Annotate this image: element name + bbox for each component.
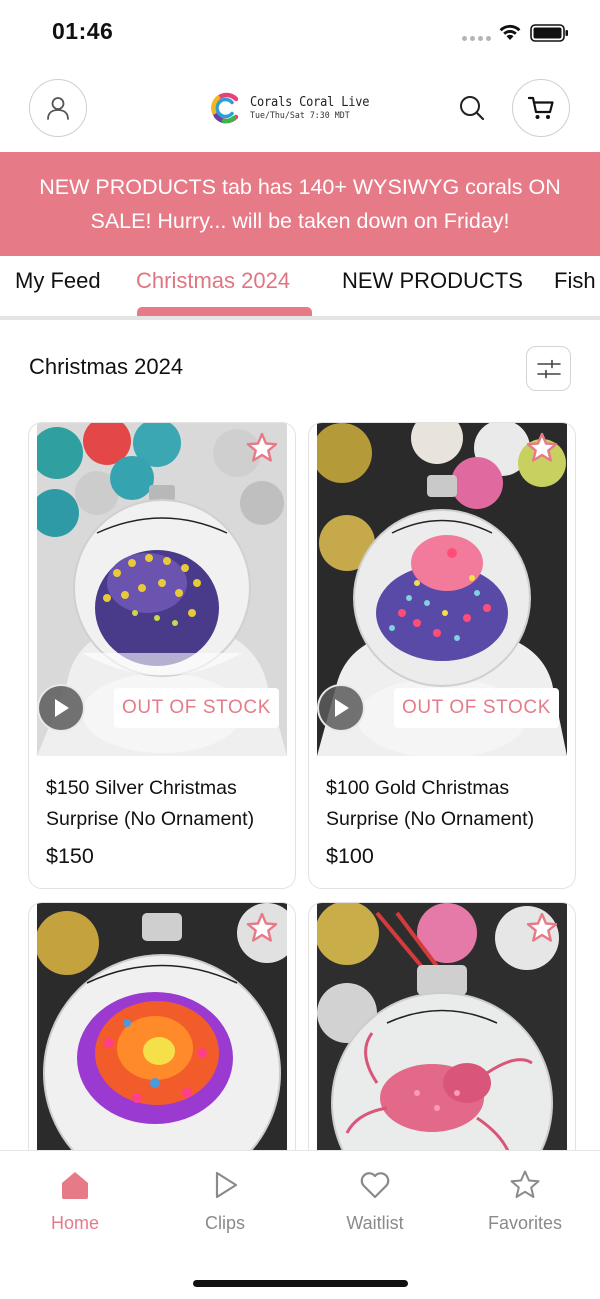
active-tab-indicator xyxy=(137,307,312,316)
home-indicator xyxy=(193,1280,408,1287)
tab-fish[interactable]: Fish xyxy=(554,268,596,294)
favorite-star-icon[interactable] xyxy=(525,431,559,465)
out-of-stock-badge: OUT OF STOCK xyxy=(393,688,559,728)
nav-home[interactable]: Home xyxy=(0,1151,150,1251)
product-title[interactable]: $150 Silver Christmas Surprise (No Ornam… xyxy=(46,773,276,835)
cart-icon xyxy=(527,96,554,119)
play-video-button[interactable] xyxy=(37,684,85,732)
search-icon xyxy=(460,96,485,121)
brand-schedule: Tue/Thu/Sat 7:30 MDT xyxy=(250,110,350,121)
favorite-star-icon[interactable] xyxy=(245,431,279,465)
favorite-star-icon[interactable] xyxy=(245,911,279,945)
profile-button[interactable] xyxy=(29,79,87,137)
product-card[interactable]: OUT OF STOCK $100 Gold Christmas Surpris… xyxy=(308,422,576,889)
nav-label: Home xyxy=(50,1213,99,1233)
status-bar: 01:46 xyxy=(0,0,600,66)
brand[interactable]: Corals Coral Live Tue/Thu/Sat 7:30 MDT xyxy=(208,88,380,128)
tab-new-products[interactable]: NEW PRODUCTS xyxy=(342,268,523,294)
play-video-button[interactable] xyxy=(317,684,365,732)
product-title[interactable]: $100 Gold Christmas Surprise (No Ornamen… xyxy=(326,773,556,835)
cart-button[interactable] xyxy=(512,79,570,137)
nav-favorites[interactable]: Favorites xyxy=(450,1151,600,1251)
product-price: $100 xyxy=(326,844,374,868)
heart-icon xyxy=(360,1172,390,1199)
product-price: $150 xyxy=(46,844,94,868)
logo-icon xyxy=(211,92,239,124)
tabs-divider xyxy=(0,316,600,320)
play-icon xyxy=(55,699,69,717)
signal-dots-icon xyxy=(462,36,491,42)
user-icon xyxy=(47,97,69,120)
home-icon xyxy=(62,1172,88,1199)
nav-label: Favorites xyxy=(487,1213,563,1233)
product-image[interactable]: OUT OF STOCK xyxy=(317,423,567,756)
star-icon xyxy=(510,1170,540,1198)
category-tabs: My Feed Christmas 2024 NEW PRODUCTS Fish xyxy=(0,256,600,318)
promo-banner[interactable]: NEW PRODUCTS tab has 140+ WYSIWYG corals… xyxy=(0,152,600,256)
out-of-stock-badge: OUT OF STOCK xyxy=(113,688,279,728)
nav-label: Clips xyxy=(204,1213,245,1233)
bottom-navigation: Home Clips Waitlist Favorites xyxy=(0,1150,600,1299)
product-card[interactable]: OUT OF STOCK $150 Silver Christmas Surpr… xyxy=(28,422,296,889)
nav-waitlist[interactable]: Waitlist xyxy=(300,1151,450,1251)
product-image[interactable]: OUT OF STOCK xyxy=(37,423,287,756)
status-time: 01:46 xyxy=(52,18,114,44)
nav-clips[interactable]: Clips xyxy=(150,1151,300,1251)
play-icon xyxy=(215,1171,238,1199)
search-button[interactable] xyxy=(456,92,488,124)
favorite-star-icon[interactable] xyxy=(525,911,559,945)
battery-icon xyxy=(530,24,568,42)
tab-christmas-2024[interactable]: Christmas 2024 xyxy=(136,268,290,294)
brand-name: Corals Coral Live xyxy=(250,94,370,110)
play-icon xyxy=(335,699,349,717)
tab-my-feed[interactable]: My Feed xyxy=(15,268,101,294)
filter-button[interactable] xyxy=(526,346,571,391)
wifi-icon xyxy=(499,24,521,40)
sliders-icon xyxy=(536,359,561,378)
app-header: Corals Coral Live Tue/Thu/Sat 7:30 MDT xyxy=(0,66,600,152)
nav-label: Waitlist xyxy=(346,1213,404,1233)
section-title: Christmas 2024 xyxy=(29,354,184,379)
